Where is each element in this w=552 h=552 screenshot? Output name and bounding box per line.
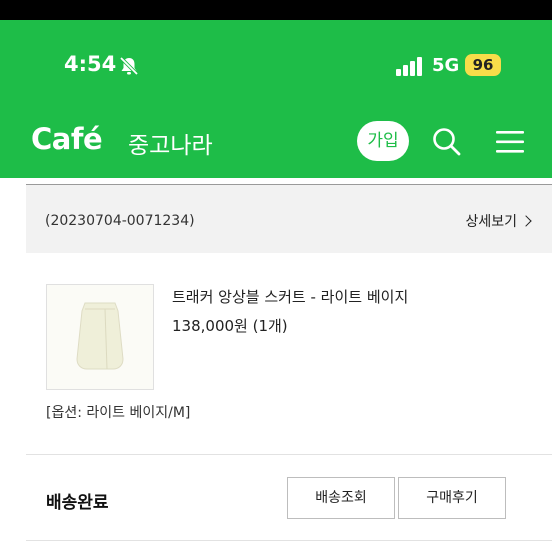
view-details-label: 상세보기 [465, 214, 517, 230]
product-thumbnail[interactable] [46, 284, 154, 390]
order-content: (20230704-0071234) 상세보기 트래커 앙상블 스커트 - 라이… [0, 178, 552, 552]
hamburger-menu-icon[interactable] [495, 128, 525, 156]
product-price: 138,000원 (1개) [172, 317, 288, 335]
order-header-bar: (20230704-0071234) 상세보기 [26, 184, 552, 253]
cafe-name[interactable]: 중고나라 [128, 126, 213, 160]
bottom-divider [26, 540, 552, 541]
status-time: 4:54 [64, 52, 117, 76]
track-delivery-button[interactable]: 배송조회 [287, 477, 395, 519]
view-details-link[interactable]: 상세보기 [465, 211, 532, 231]
product-name[interactable]: 트래커 앙상블 스커트 - 라이트 베이지 [172, 286, 408, 307]
battery-badge: 96 [465, 54, 501, 76]
cafe-logo[interactable]: Café [31, 122, 103, 156]
write-review-button[interactable]: 구매후기 [398, 477, 506, 519]
delivery-status: 배송완료 [46, 493, 109, 513]
order-number: (20230704-0071234) [45, 213, 195, 229]
search-icon[interactable] [431, 126, 463, 158]
signal-strength-icon [396, 56, 424, 76]
section-divider [26, 454, 552, 455]
chevron-right-icon [520, 215, 532, 227]
product-option: [옵션: 라이트 베이지/M] [46, 405, 191, 421]
network-label: 5G [432, 55, 460, 76]
silent-bell-icon [118, 55, 140, 77]
top-black-strip [0, 0, 552, 20]
join-button[interactable]: 가입 [357, 121, 409, 161]
